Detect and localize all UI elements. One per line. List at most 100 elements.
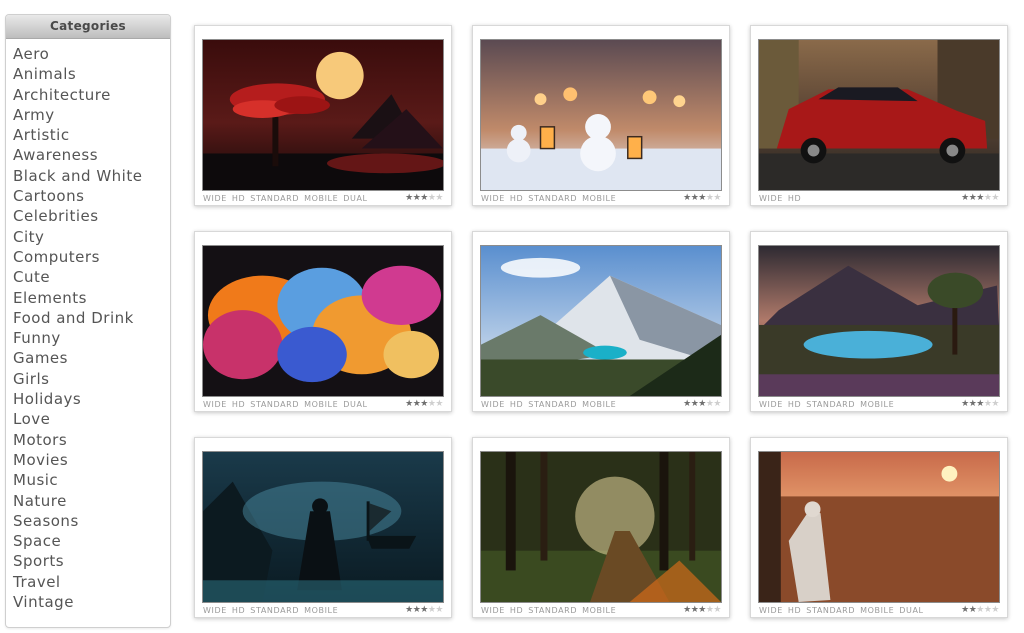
wallpaper-card-colorful-smoke[interactable]: WIDE HD STANDARD MOBILE DUAL ★★★★★ bbox=[194, 231, 452, 412]
wallpaper-card-assassin-desert-city[interactable]: WIDE HD STANDARD MOBILE DUAL ★★★★★ bbox=[750, 437, 1008, 618]
star-icon: ★ bbox=[713, 399, 721, 409]
wallpaper-thumbnail-samurai-ships[interactable] bbox=[202, 451, 444, 603]
category-item-sports[interactable]: Sports bbox=[13, 551, 170, 571]
card-footer: WIDE HD STANDARD MOBILE ★★★★★ bbox=[758, 397, 1000, 411]
star-icon: ★ bbox=[420, 399, 428, 409]
page: Categories Aero Animals Architecture Army Ar… bbox=[0, 0, 1024, 633]
category-item-animals[interactable]: Animals bbox=[13, 64, 170, 84]
card-footer: WIDE HD ★★★★★ bbox=[758, 191, 1000, 205]
resolution-tags: WIDE HD STANDARD MOBILE bbox=[759, 400, 894, 409]
category-item-space[interactable]: Space bbox=[13, 531, 170, 551]
resolution-tag-dual[interactable]: DUAL bbox=[343, 194, 367, 203]
card-footer: WIDE HD STANDARD MOBILE ★★★★★ bbox=[480, 191, 722, 205]
resolution-tag-dual[interactable]: DUAL bbox=[343, 400, 367, 409]
category-item-elements[interactable]: Elements bbox=[13, 288, 170, 308]
wallpaper-thumbnail-snowmen-lanterns[interactable] bbox=[480, 39, 722, 191]
wallpaper-thumbnail-bonsai-tree-moon[interactable] bbox=[202, 39, 444, 191]
resolution-tag-wide[interactable]: WIDE bbox=[203, 194, 227, 203]
resolution-tag-standard[interactable]: STANDARD bbox=[528, 400, 577, 409]
wallpaper-thumbnail-forest-path[interactable] bbox=[480, 451, 722, 603]
resolution-tag-dual[interactable]: DUAL bbox=[899, 606, 923, 615]
resolution-tag-standard[interactable]: STANDARD bbox=[528, 194, 577, 203]
resolution-tag-mobile[interactable]: MOBILE bbox=[582, 194, 616, 203]
wallpaper-card-mountain-lake[interactable]: WIDE HD STANDARD MOBILE ★★★★★ bbox=[472, 231, 730, 412]
resolution-tags: WIDE HD STANDARD MOBILE DUAL bbox=[203, 194, 368, 203]
resolution-tag-wide[interactable]: WIDE bbox=[203, 606, 227, 615]
resolution-tag-wide[interactable]: WIDE bbox=[481, 194, 505, 203]
resolution-tag-standard[interactable]: STANDARD bbox=[250, 606, 299, 615]
wallpaper-thumbnail-fantasy-lake-tree[interactable] bbox=[758, 245, 1000, 397]
resolution-tag-mobile[interactable]: MOBILE bbox=[304, 400, 338, 409]
category-item-city[interactable]: City bbox=[13, 227, 170, 247]
category-item-computers[interactable]: Computers bbox=[13, 247, 170, 267]
resolution-tag-standard[interactable]: STANDARD bbox=[250, 400, 299, 409]
resolution-tag-standard[interactable]: STANDARD bbox=[250, 194, 299, 203]
resolution-tag-standard[interactable]: STANDARD bbox=[806, 400, 855, 409]
category-item-artistic[interactable]: Artistic bbox=[13, 125, 170, 145]
category-item-food-and-drink[interactable]: Food and Drink bbox=[13, 308, 170, 328]
category-item-cartoons[interactable]: Cartoons bbox=[13, 186, 170, 206]
category-item-black-and-white[interactable]: Black and White bbox=[13, 166, 170, 186]
resolution-tag-wide[interactable]: WIDE bbox=[759, 400, 783, 409]
category-item-awareness[interactable]: Awareness bbox=[13, 145, 170, 165]
wallpaper-thumbnail-assassin-desert-city[interactable] bbox=[758, 451, 1000, 603]
resolution-tag-mobile[interactable]: MOBILE bbox=[860, 606, 894, 615]
category-item-vintage[interactable]: Vintage bbox=[13, 592, 170, 612]
category-item-army[interactable]: Army bbox=[13, 105, 170, 125]
resolution-tag-standard[interactable]: STANDARD bbox=[528, 606, 577, 615]
wallpaper-thumbnail-mountain-lake[interactable] bbox=[480, 245, 722, 397]
resolution-tag-hd[interactable]: HD bbox=[510, 400, 523, 409]
resolution-tag-wide[interactable]: WIDE bbox=[759, 194, 783, 203]
resolution-tag-hd[interactable]: HD bbox=[788, 606, 801, 615]
category-item-nature[interactable]: Nature bbox=[13, 491, 170, 511]
wallpaper-card-samurai-ships[interactable]: WIDE HD STANDARD MOBILE ★★★★★ bbox=[194, 437, 452, 618]
resolution-tag-mobile[interactable]: MOBILE bbox=[304, 194, 338, 203]
rating-stars: ★★★★★ bbox=[683, 605, 721, 615]
resolution-tag-mobile[interactable]: MOBILE bbox=[860, 400, 894, 409]
wallpaper-card-snowmen-lanterns[interactable]: WIDE HD STANDARD MOBILE ★★★★★ bbox=[472, 25, 730, 206]
category-item-travel[interactable]: Travel bbox=[13, 572, 170, 592]
category-item-celebrities[interactable]: Celebrities bbox=[13, 206, 170, 226]
resolution-tag-hd[interactable]: HD bbox=[232, 194, 245, 203]
resolution-tag-hd[interactable]: HD bbox=[788, 400, 801, 409]
wallpaper-card-forest-path[interactable]: WIDE HD STANDARD MOBILE ★★★★★ bbox=[472, 437, 730, 618]
resolution-tag-standard[interactable]: STANDARD bbox=[806, 606, 855, 615]
category-item-movies[interactable]: Movies bbox=[13, 450, 170, 470]
resolution-tag-wide[interactable]: WIDE bbox=[481, 400, 505, 409]
resolution-tag-hd[interactable]: HD bbox=[232, 400, 245, 409]
category-item-seasons[interactable]: Seasons bbox=[13, 511, 170, 531]
star-icon: ★ bbox=[405, 399, 413, 409]
category-item-girls[interactable]: Girls bbox=[13, 369, 170, 389]
star-icon: ★ bbox=[976, 605, 984, 615]
wallpaper-card-red-muscle-car[interactable]: WIDE HD ★★★★★ bbox=[750, 25, 1008, 206]
category-item-funny[interactable]: Funny bbox=[13, 328, 170, 348]
resolution-tag-mobile[interactable]: MOBILE bbox=[304, 606, 338, 615]
category-item-holidays[interactable]: Holidays bbox=[13, 389, 170, 409]
star-icon: ★ bbox=[713, 605, 721, 615]
category-list: Aero Animals Architecture Army Artistic Aware… bbox=[6, 39, 170, 612]
card-footer: WIDE HD STANDARD MOBILE ★★★★★ bbox=[202, 603, 444, 617]
resolution-tag-hd[interactable]: HD bbox=[232, 606, 245, 615]
resolution-tag-hd[interactable]: HD bbox=[510, 194, 523, 203]
wallpaper-card-bonsai-tree-moon[interactable]: WIDE HD STANDARD MOBILE DUAL ★★★★★ bbox=[194, 25, 452, 206]
resolution-tag-mobile[interactable]: MOBILE bbox=[582, 400, 616, 409]
category-item-cute[interactable]: Cute bbox=[13, 267, 170, 287]
rating-stars: ★★★★★ bbox=[405, 399, 443, 409]
resolution-tag-hd[interactable]: HD bbox=[788, 194, 801, 203]
resolution-tags: WIDE HD STANDARD MOBILE bbox=[203, 606, 338, 615]
wallpaper-card-fantasy-lake-tree[interactable]: WIDE HD STANDARD MOBILE ★★★★★ bbox=[750, 231, 1008, 412]
resolution-tag-hd[interactable]: HD bbox=[510, 606, 523, 615]
category-item-games[interactable]: Games bbox=[13, 348, 170, 368]
resolution-tag-wide[interactable]: WIDE bbox=[203, 400, 227, 409]
category-item-architecture[interactable]: Architecture bbox=[13, 85, 170, 105]
resolution-tag-mobile[interactable]: MOBILE bbox=[582, 606, 616, 615]
category-item-music[interactable]: Music bbox=[13, 470, 170, 490]
star-icon: ★ bbox=[991, 399, 999, 409]
wallpaper-thumbnail-colorful-smoke[interactable] bbox=[202, 245, 444, 397]
wallpaper-thumbnail-red-muscle-car[interactable] bbox=[758, 39, 1000, 191]
category-item-love[interactable]: Love bbox=[13, 409, 170, 429]
category-item-motors[interactable]: Motors bbox=[13, 430, 170, 450]
resolution-tag-wide[interactable]: WIDE bbox=[759, 606, 783, 615]
category-item-aero[interactable]: Aero bbox=[13, 44, 170, 64]
resolution-tag-wide[interactable]: WIDE bbox=[481, 606, 505, 615]
